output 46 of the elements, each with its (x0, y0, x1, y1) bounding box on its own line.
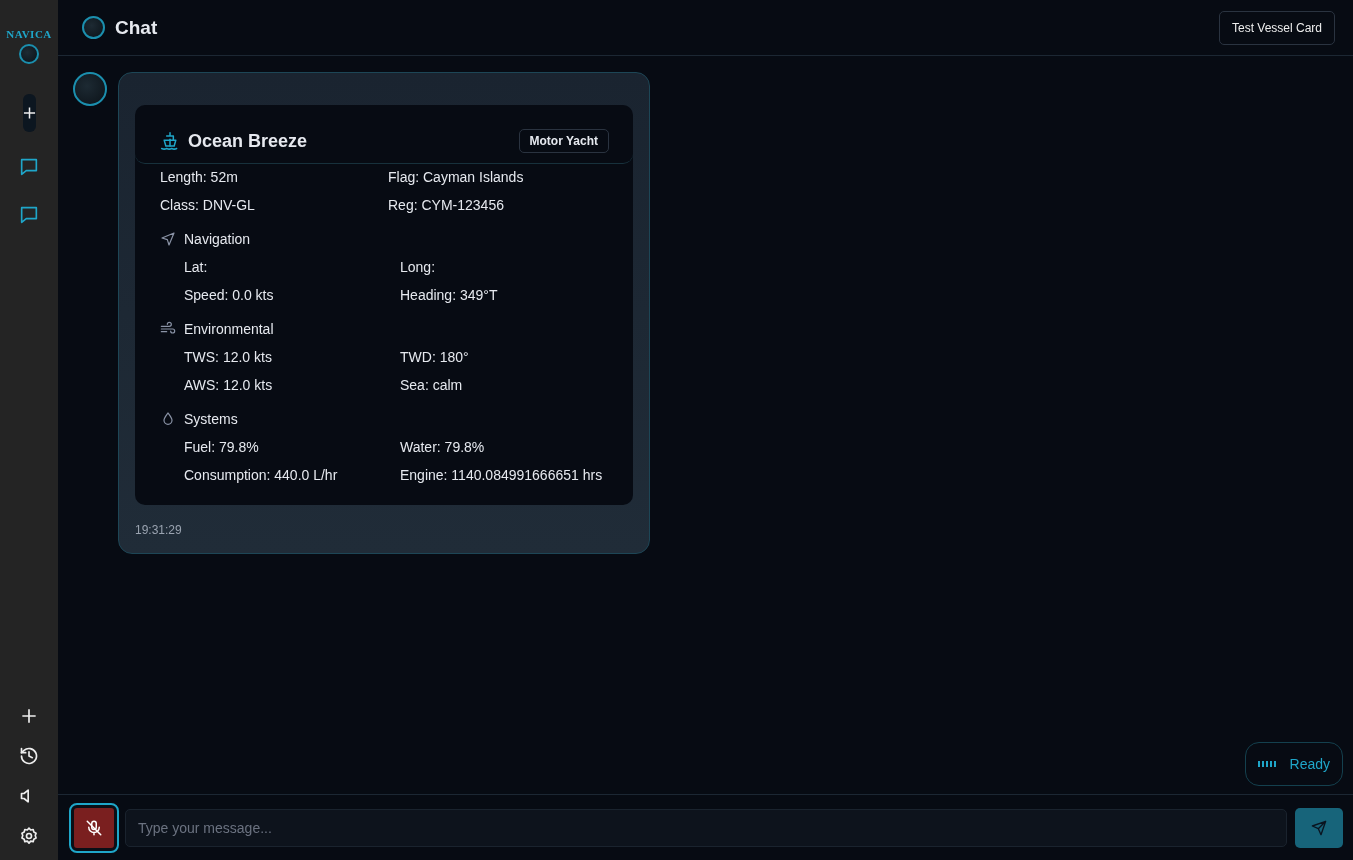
send-icon (1311, 819, 1327, 836)
field-text: Fuel: 79.8% (184, 439, 260, 455)
avatar-icon (73, 72, 107, 106)
microphone-off-icon (85, 818, 103, 837)
field-text: TWS: 12.0 kts (184, 349, 273, 365)
send-button[interactable] (1295, 807, 1343, 848)
field-text: Speed: 0.0 kts (184, 287, 275, 303)
detail-text: Reg: CYM-123456 (388, 197, 505, 213)
detail-text: Flag: Cayman Islands (388, 169, 525, 185)
chat-icon[interactable] (18, 156, 40, 178)
droplet-icon (160, 411, 176, 427)
field-text: Engine: 1140.084991666651 hrs (400, 467, 604, 483)
section-title: Environmental (184, 321, 274, 337)
orb-icon (82, 16, 105, 39)
field-text: Heading: 349°T (400, 287, 499, 303)
section-title: Systems (184, 411, 238, 427)
field-text: Long: (400, 259, 437, 275)
waveform-icon (1257, 760, 1278, 768)
status-text: Ready (1289, 756, 1330, 772)
new-chat-button[interactable] (22, 94, 36, 132)
field-text: Lat: (184, 259, 209, 275)
field-text: Water: 79.8% (400, 439, 486, 455)
message-input[interactable]: Type your message... (125, 808, 1287, 847)
test-vessel-card-button[interactable]: Test Vessel Card (1218, 10, 1335, 45)
plus-icon (22, 106, 36, 120)
vessel-name: Ocean Breeze (188, 130, 308, 152)
chat-icon[interactable] (18, 204, 40, 226)
navigation-arrow-icon (160, 231, 176, 247)
detail-text: Length: 52m (160, 169, 239, 185)
detail-text: Class: DNV-GL (160, 197, 256, 213)
wind-icon (160, 321, 176, 337)
orb-icon (19, 44, 39, 64)
timestamp: 19:31:29 (135, 523, 183, 537)
page-title: Chat (115, 16, 158, 39)
vessel-type-tag: Motor Yacht (518, 129, 609, 153)
field-text: AWS: 12.0 kts (184, 377, 274, 393)
section-title: Navigation (184, 231, 251, 247)
field-text: Consumption: 440.0 L/hr (184, 467, 339, 483)
field-text: TWD: 180° (400, 349, 470, 365)
plus-icon[interactable] (19, 706, 39, 726)
logo-text: NAVICA (6, 28, 52, 40)
settings-icon[interactable] (19, 826, 39, 846)
ship-icon (160, 131, 180, 151)
microphone-button[interactable] (71, 804, 117, 851)
history-icon[interactable] (19, 746, 39, 766)
field-text: Sea: calm (400, 377, 464, 393)
